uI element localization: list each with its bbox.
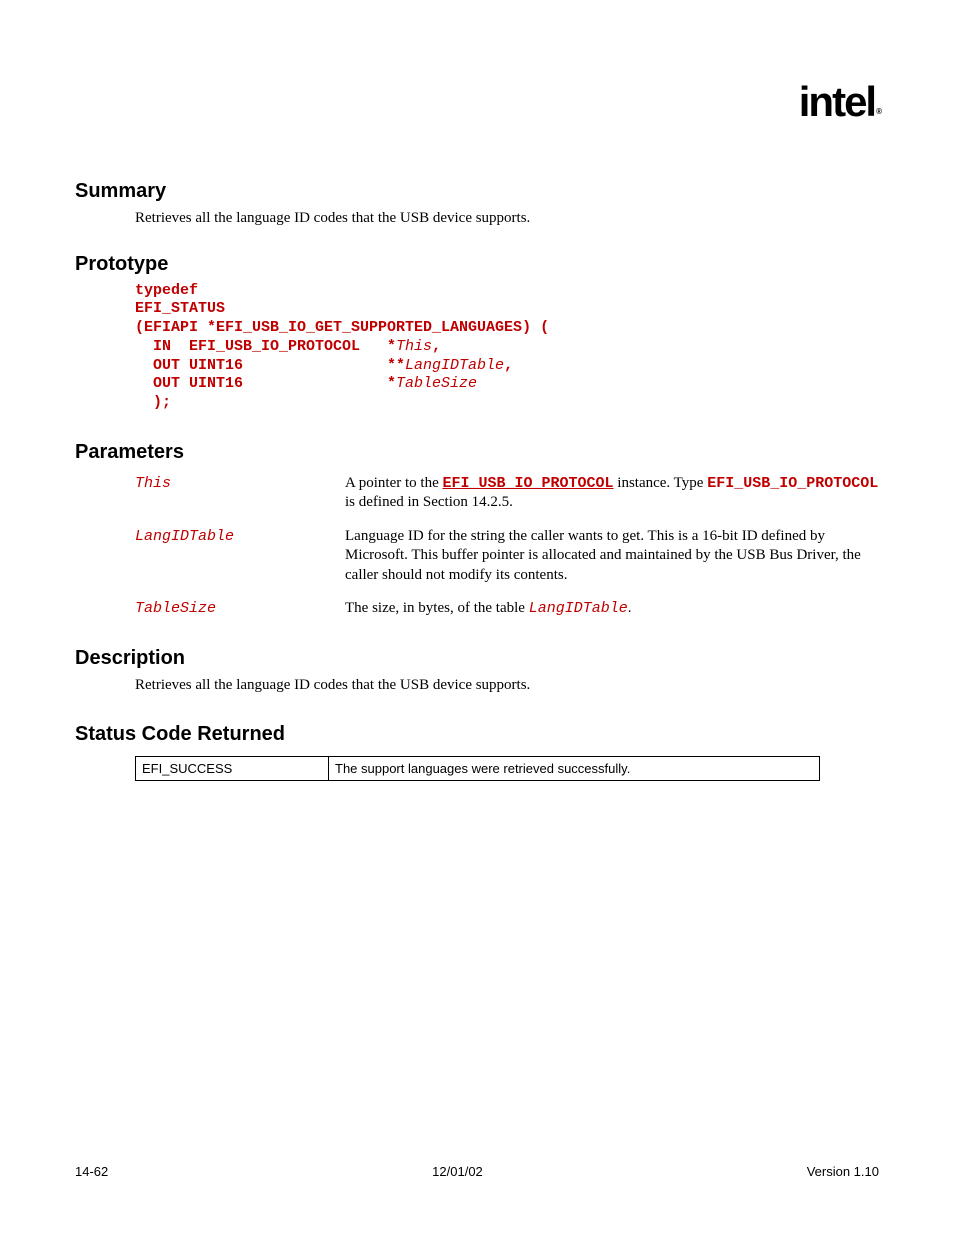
param-desc: The size, in bytes, of the table LangIDT… <box>345 599 879 619</box>
param-desc: A pointer to the EFI_USB_IO_PROTOCOL ins… <box>345 474 879 513</box>
status-code-cell: EFI_SUCCESS <box>136 757 329 781</box>
footer-version: Version 1.10 <box>807 1164 879 1179</box>
proto-line: OUT UINT16 * <box>135 375 396 392</box>
proto-line: OUT UINT16 ** <box>135 357 405 374</box>
status-table: EFI_SUCCESS The support languages were r… <box>135 756 820 781</box>
description-heading: Description <box>75 647 879 670</box>
param-text: The size, in bytes, of the table <box>345 600 529 616</box>
param-row: LangIDTable Language ID for the string t… <box>135 527 879 586</box>
param-text: A pointer to the <box>345 475 443 491</box>
param-name: This <box>135 474 345 513</box>
page-footer: 14-62 12/01/02 Version 1.10 <box>75 1164 879 1179</box>
status-meaning-cell: The support languages were retrieved suc… <box>329 757 820 781</box>
proto-param: TableSize <box>396 375 477 392</box>
param-text: is defined in Section 14.2.5. <box>345 494 513 510</box>
proto-line: typedef <box>135 282 198 299</box>
page-content: Summary Retrieves all the language ID co… <box>75 180 879 781</box>
intel-logo: intel® <box>799 78 879 126</box>
proto-line: IN EFI_USB_IO_PROTOCOL * <box>135 338 396 355</box>
code-ref: EFI_USB_IO_PROTOCOL <box>707 475 878 492</box>
parameters-heading: Parameters <box>75 441 879 464</box>
proto-line: EFI_STATUS <box>135 300 225 317</box>
prototype-heading: Prototype <box>75 253 879 276</box>
param-name: LangIDTable <box>135 527 345 586</box>
param-row: TableSize The size, in bytes, of the tab… <box>135 599 879 619</box>
table-row: EFI_SUCCESS The support languages were r… <box>136 757 820 781</box>
proto-line: ); <box>135 394 171 411</box>
proto-param: This <box>396 338 432 355</box>
param-row: This A pointer to the EFI_USB_IO_PROTOCO… <box>135 474 879 513</box>
prototype-code: typedef EFI_STATUS (EFIAPI *EFI_USB_IO_G… <box>135 282 879 413</box>
footer-page-number: 14-62 <box>75 1164 108 1179</box>
code-ref-italic: LangIDTable <box>529 600 628 617</box>
param-desc: Language ID for the string the caller wa… <box>345 527 879 586</box>
param-text: instance. Type <box>614 475 708 491</box>
status-heading: Status Code Returned <box>75 723 879 746</box>
summary-text: Retrieves all the language ID codes that… <box>135 209 879 229</box>
proto-punct: , <box>504 357 513 374</box>
summary-heading: Summary <box>75 180 879 203</box>
footer-date: 12/01/02 <box>432 1164 483 1179</box>
proto-punct: , <box>432 338 441 355</box>
description-text: Retrieves all the language ID codes that… <box>135 676 879 696</box>
proto-param: LangIDTable <box>405 357 504 374</box>
param-name: TableSize <box>135 599 345 619</box>
proto-line: (EFIAPI *EFI_USB_IO_GET_SUPPORTED_LANGUA… <box>135 319 549 336</box>
code-ref-link[interactable]: EFI_USB_IO_PROTOCOL <box>443 475 614 492</box>
param-text: . <box>628 600 632 616</box>
